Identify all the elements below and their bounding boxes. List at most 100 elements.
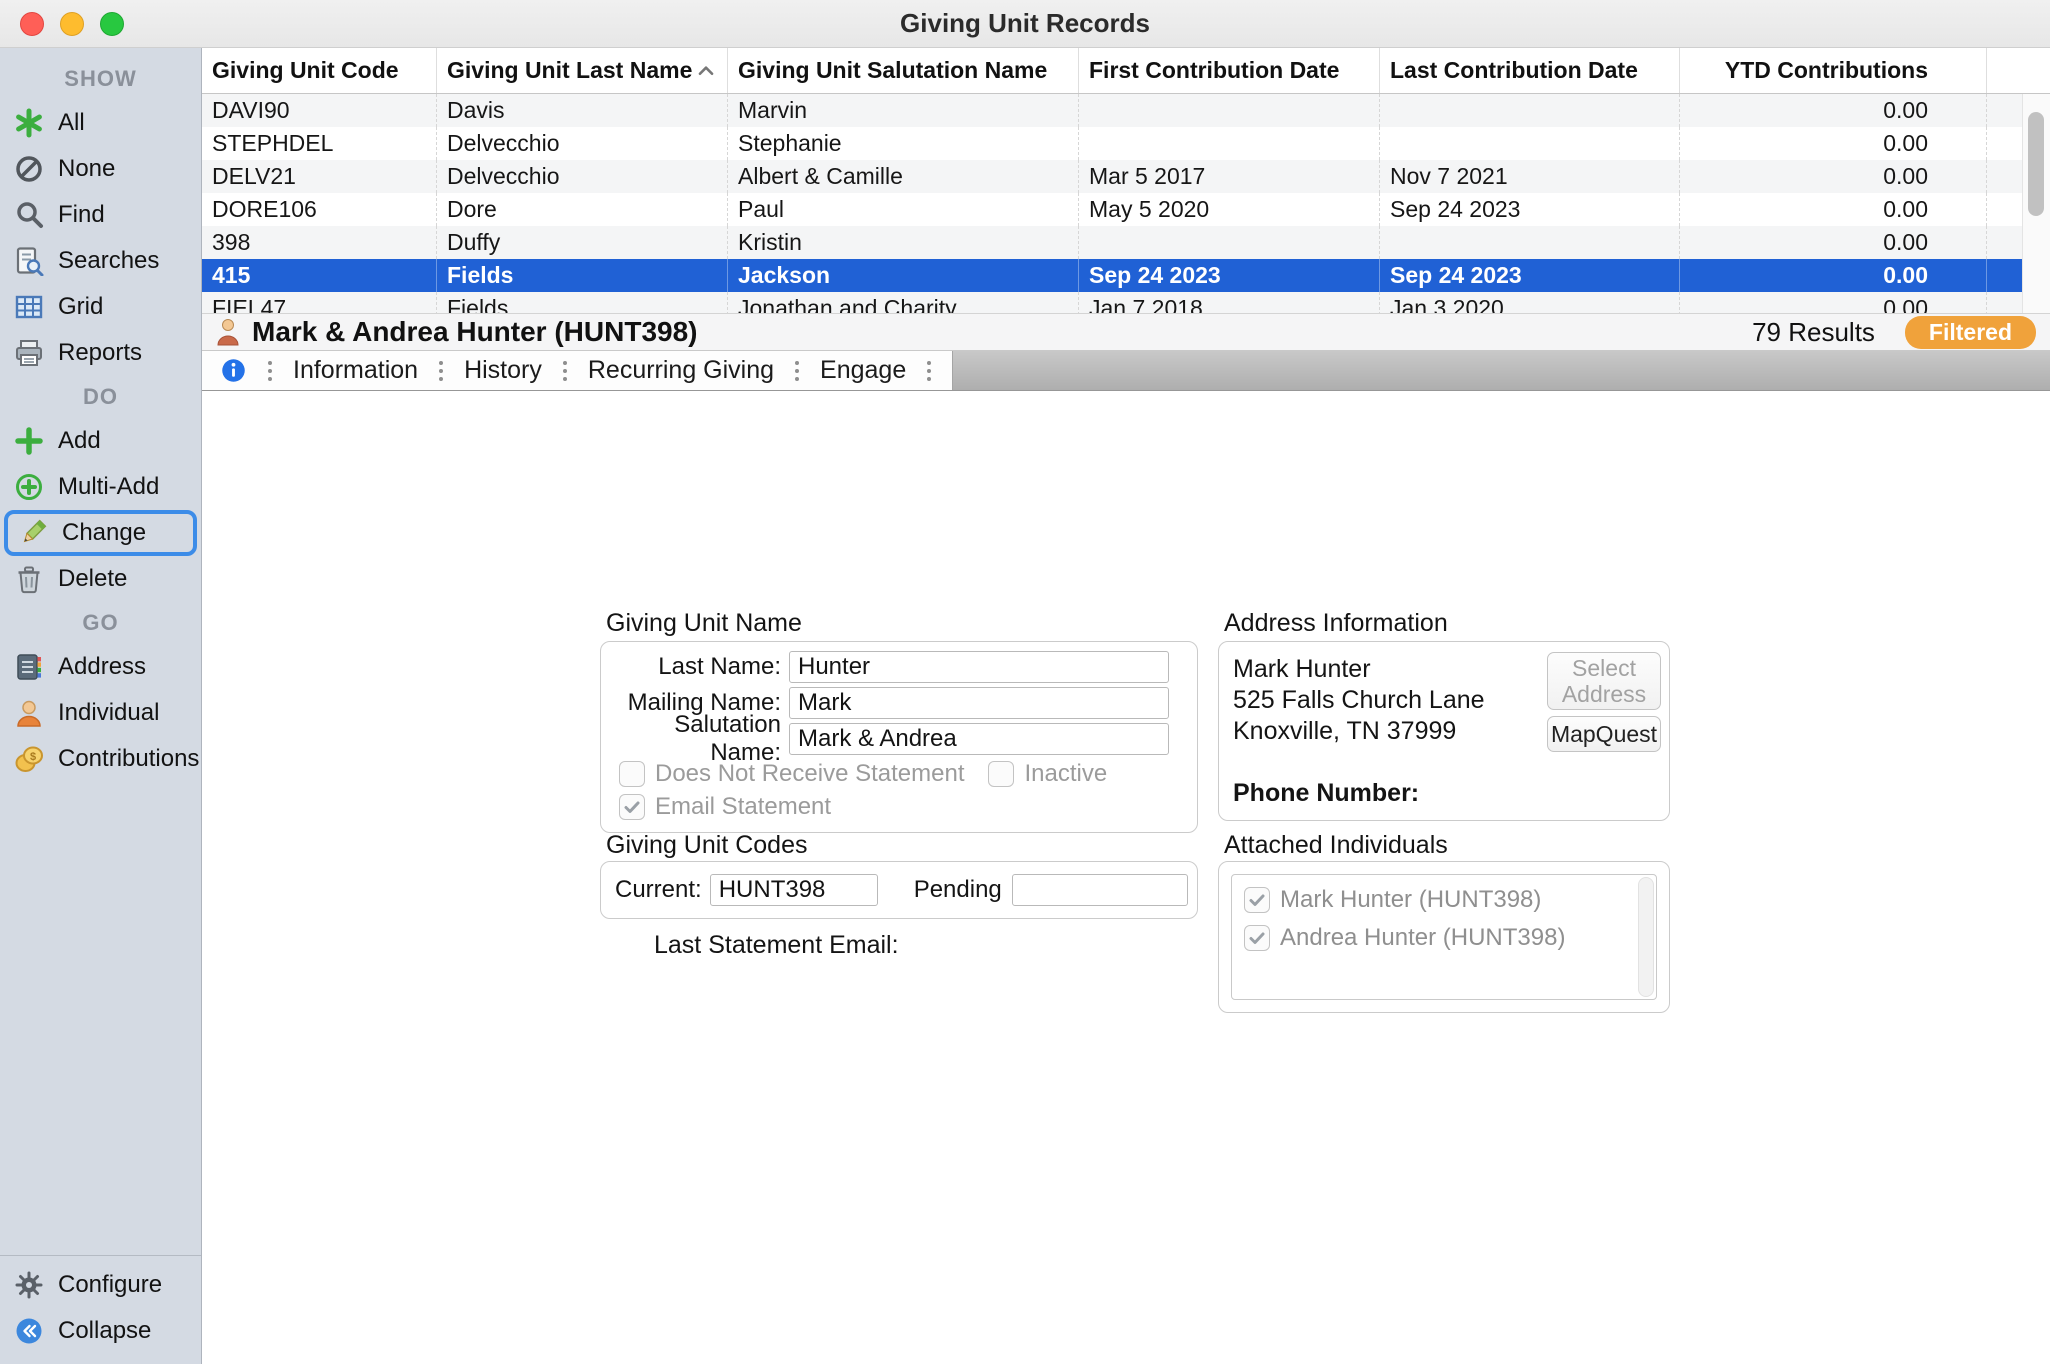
table-cell — [1380, 127, 1680, 160]
checkbox-item-email-statement[interactable]: Email Statement — [619, 793, 831, 821]
checkbox-item-does-not-receive-statement[interactable]: Does Not Receive Statement — [619, 760, 964, 788]
column-header-ytd-contributions[interactable]: YTD Contributions — [1680, 48, 1987, 93]
sidebar-item-label: Reports — [58, 339, 143, 366]
attached-individual-row[interactable]: Andrea Hunter (HUNT398) — [1234, 919, 1654, 957]
tab-separator-icon — [439, 360, 444, 381]
table-cell: DELV21 — [202, 160, 437, 193]
sidebar-item-collapse[interactable]: Collapse — [0, 1308, 201, 1354]
column-header-first-contribution-date[interactable]: First Contribution Date — [1079, 48, 1380, 93]
sort-ascending-icon — [695, 60, 717, 82]
collapse-icon — [14, 1316, 44, 1346]
column-header-last-contribution-date[interactable]: Last Contribution Date — [1380, 48, 1680, 93]
table-scrollbar[interactable] — [2022, 94, 2050, 313]
sidebar-item-add[interactable]: Add — [0, 418, 201, 464]
pencil-icon — [18, 518, 48, 548]
group-title-address-information: Address Information — [1224, 609, 1448, 637]
column-header-giving-unit-salutation-name[interactable]: Giving Unit Salutation Name — [728, 48, 1079, 93]
mapquest-button[interactable]: MapQuest — [1547, 716, 1661, 752]
table-cell: Sep 24 2023 — [1380, 259, 1680, 292]
record-form: Giving Unit Name Last Name:Mailing Name:… — [202, 391, 2050, 1364]
tab-bar-background — [953, 351, 2050, 390]
sidebar-item-address[interactable]: Address — [0, 644, 201, 690]
table-cell: Stephanie — [728, 127, 1079, 160]
sidebar-item-individual[interactable]: Individual — [0, 690, 201, 736]
checkbox-item-inactive[interactable]: Inactive — [988, 760, 1107, 788]
field-input-salutation-name[interactable] — [789, 723, 1169, 755]
sidebar-item-none[interactable]: None — [0, 146, 201, 192]
sidebar-item-label: Collapse — [58, 1317, 152, 1344]
table-cell: Delvecchio — [437, 160, 728, 193]
table-cell: Delvecchio — [437, 127, 728, 160]
checkbox-email-statement[interactable] — [619, 794, 645, 820]
table-cell: Davis — [437, 94, 728, 127]
tab-separator-icon — [562, 360, 567, 381]
column-header-label: Last Contribution Date — [1390, 57, 1638, 83]
table-row[interactable]: DORE106 Dore Paul May 5 2020 Sep 24 2023 0.00 — [202, 193, 2050, 226]
attached-individual-label: Andrea Hunter (HUNT398) — [1280, 924, 1566, 951]
sidebar-item-contributions[interactable]: $ Contributions — [0, 736, 201, 782]
sidebar-item-multi-add[interactable]: Multi-Add — [0, 464, 201, 510]
attached-individual-label: Mark Hunter (HUNT398) — [1280, 886, 1542, 913]
tab-separator-icon — [795, 360, 800, 381]
tab-history[interactable]: History — [458, 356, 548, 385]
table-cell: Jan 7 2018 — [1079, 292, 1380, 313]
sidebar-item-delete[interactable]: Delete — [0, 556, 201, 602]
sidebar-item-label: All — [58, 109, 85, 136]
address-book-icon — [14, 652, 44, 682]
field-input-mailing-name[interactable] — [789, 687, 1169, 719]
table-cell: 0.00 — [1680, 226, 1987, 259]
column-header-giving-unit-code[interactable]: Giving Unit Code — [202, 48, 437, 93]
sidebar-item-configure[interactable]: Configure — [0, 1262, 201, 1308]
column-header-label: Giving Unit Last Name — [447, 57, 693, 83]
attached-individuals-list[interactable]: Mark Hunter (HUNT398) Andrea Hunter (HUNT… — [1231, 874, 1657, 1000]
checkbox-does-not-receive-statement[interactable] — [619, 761, 645, 787]
table-scrollbar-thumb[interactable] — [2028, 112, 2044, 216]
tab-bar: Information History Recurring Giving Engage — [202, 351, 2050, 391]
table-row[interactable]: FIEL47 Fields Jonathan and Charity Jan 7 20… — [202, 292, 2050, 313]
current-code-input[interactable] — [709, 874, 878, 906]
tab-engage[interactable]: Engage — [814, 356, 912, 385]
field-input-last-name[interactable] — [789, 651, 1169, 683]
pending-code-input[interactable] — [1011, 874, 1188, 906]
info-icon[interactable] — [220, 357, 247, 384]
giving-unit-name-group: Last Name:Mailing Name:Salutation Name: … — [600, 641, 1198, 833]
sidebar-item-all[interactable]: All — [0, 100, 201, 146]
sidebar-item-find[interactable]: Find — [0, 192, 201, 238]
table-header-row: Giving Unit Code Giving Unit Last Name Giv… — [202, 48, 2050, 94]
sidebar-item-grid[interactable]: Grid — [0, 284, 201, 330]
table-cell: Dore — [437, 193, 728, 226]
attached-individual-row[interactable]: Mark Hunter (HUNT398) — [1234, 881, 1654, 919]
sidebar-item-searches[interactable]: Searches — [0, 238, 201, 284]
gear-icon — [14, 1270, 44, 1300]
tab-recurring-giving[interactable]: Recurring Giving — [582, 356, 780, 385]
checkbox-label: Email Statement — [655, 793, 832, 820]
table-row[interactable]: DELV21 Delvecchio Albert & Camille Mar 5 20… — [202, 160, 2050, 193]
select-address-button[interactable]: Select Address — [1547, 652, 1661, 710]
filtered-badge[interactable]: Filtered — [1904, 315, 2036, 349]
column-header-label: First Contribution Date — [1089, 57, 1340, 83]
person-icon — [14, 698, 44, 728]
checkbox-inactive[interactable] — [988, 761, 1015, 787]
table-row[interactable]: 398 Duffy Kristin 0.00 — [202, 226, 2050, 259]
field-label-last-name: Last Name: — [658, 653, 781, 680]
column-header-label: YTD Contributions — [1724, 57, 1928, 83]
table-row[interactable]: STEPHDEL Delvecchio Stephanie 0.00 — [202, 127, 2050, 160]
sidebar-item-change[interactable]: Change — [4, 510, 197, 556]
table-cell: May 5 2020 — [1079, 193, 1380, 226]
checkbox-attached-individual[interactable] — [1244, 887, 1270, 913]
column-header-giving-unit-last-name[interactable]: Giving Unit Last Name — [437, 48, 728, 93]
tab-information[interactable]: Information — [287, 356, 424, 385]
attached-individuals-scrollbar[interactable] — [1638, 877, 1654, 997]
checkbox-attached-individual[interactable] — [1244, 925, 1270, 951]
table-cell: 0.00 — [1680, 292, 1987, 313]
trash-icon — [14, 564, 44, 594]
table-cell: 0.00 — [1680, 259, 1987, 292]
coins-icon: $ — [14, 744, 44, 774]
person-icon — [216, 317, 240, 347]
table-row[interactable]: DAVI90 Davis Marvin 0.00 — [202, 94, 2050, 127]
results-table: Giving Unit Code Giving Unit Last Name Giv… — [202, 48, 2050, 313]
sidebar-item-reports[interactable]: Reports — [0, 330, 201, 376]
column-header-label: Giving Unit Code — [212, 57, 399, 83]
table-row-selected[interactable]: 415 Fields Jackson Sep 24 2023 Sep 24 2023 0.… — [202, 259, 2050, 292]
plus-icon — [14, 426, 44, 456]
